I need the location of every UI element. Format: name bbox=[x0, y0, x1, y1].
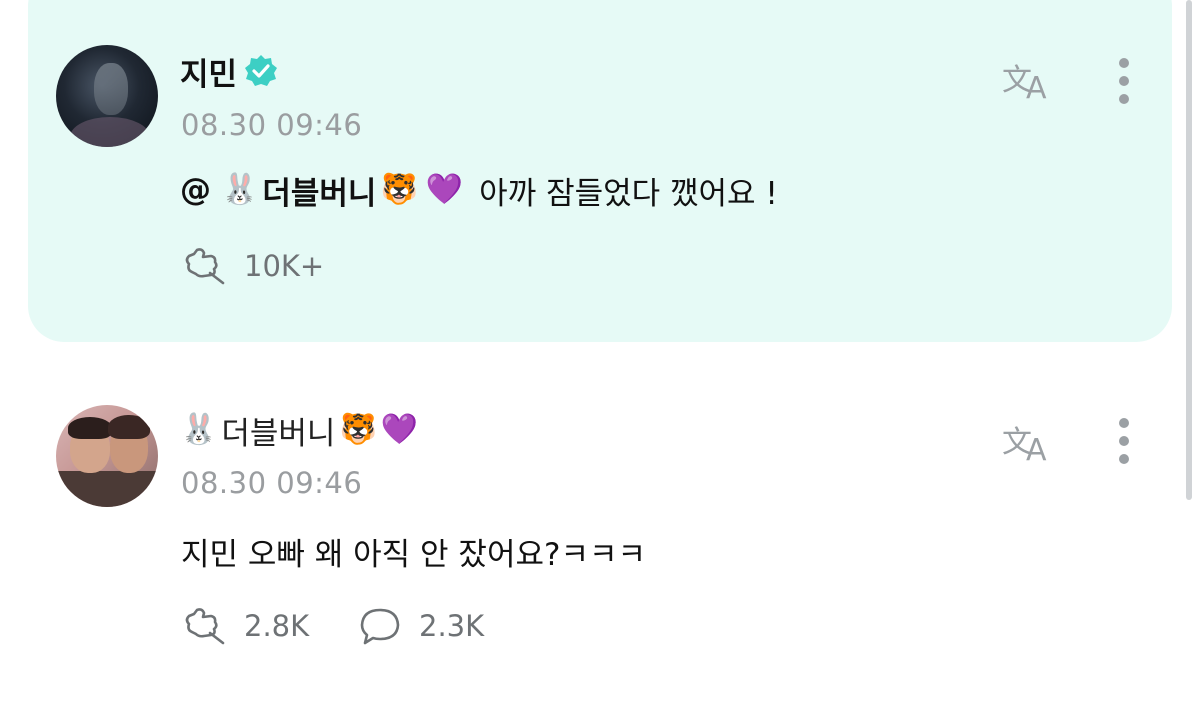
more-options-button[interactable] bbox=[1114, 56, 1134, 106]
post-text: 지민 오빠 왜 아직 안 잤어요?ㅋㅋㅋ bbox=[181, 536, 647, 573]
svg-text:A: A bbox=[1026, 71, 1047, 102]
svg-text:A: A bbox=[1026, 433, 1047, 464]
comment-bubble-icon bbox=[360, 608, 400, 645]
mention-name: 더블버니 bbox=[262, 175, 377, 212]
scrollbar[interactable] bbox=[1186, 0, 1192, 500]
purple-heart-emoji: 💜 bbox=[425, 172, 464, 207]
mention-link[interactable]: @ 🐰 더블버니 🐯 💜 bbox=[180, 168, 467, 213]
translate-button[interactable]: 文 A bbox=[1000, 56, 1058, 106]
post-header: 🐰 더블버니 🐯 💜 bbox=[180, 408, 418, 452]
comment-button[interactable]: 2.3K bbox=[359, 606, 484, 646]
avatar-hair-left bbox=[68, 417, 112, 439]
avatar-face bbox=[94, 63, 128, 115]
username[interactable]: 더블버니 bbox=[221, 408, 335, 453]
rabbit-emoji: 🐰 bbox=[221, 172, 259, 207]
post-content: 지민 오빠 왜 아직 안 잤어요?ㅋㅋㅋ bbox=[181, 527, 646, 575]
like-button[interactable]: 2.8K bbox=[180, 606, 309, 646]
comment-count: 2.3K bbox=[419, 609, 485, 643]
post-content: @ 🐰 더블버니 🐯 💜 아까 잠들었다 깼어요 ! bbox=[180, 166, 778, 214]
tiger-emoji: 🐯 bbox=[380, 172, 418, 207]
translate-icon: 文 A bbox=[1002, 63, 1047, 106]
more-options-button[interactable] bbox=[1114, 416, 1134, 466]
mention-at: @ bbox=[180, 172, 211, 208]
post-text: 아까 잠들었다 깼어요 ! bbox=[479, 175, 778, 212]
post-header: 지민 bbox=[180, 49, 279, 93]
avatar[interactable] bbox=[56, 405, 158, 507]
tiger-emoji: 🐯 bbox=[339, 412, 377, 447]
like-hand-icon bbox=[185, 248, 225, 285]
rabbit-emoji: 🐰 bbox=[180, 412, 218, 447]
avatar[interactable] bbox=[56, 45, 158, 147]
username[interactable]: 지민 bbox=[180, 49, 237, 94]
avatar-hair-right bbox=[108, 415, 150, 439]
translate-button[interactable]: 文 A bbox=[1000, 418, 1058, 468]
translate-icon: 文 A bbox=[1002, 425, 1047, 468]
like-count: 10K+ bbox=[244, 249, 325, 283]
post-timestamp: 08.30 09:46 bbox=[181, 108, 363, 142]
verified-badge-icon bbox=[245, 55, 278, 86]
post-timestamp: 08.30 09:46 bbox=[181, 466, 363, 500]
avatar-body bbox=[56, 471, 158, 507]
feed-page: 지민 08.30 09:46 @ 🐰 더블버니 🐯 💜 아까 잠들었다 깼어요 … bbox=[0, 0, 1200, 701]
like-count: 2.8K bbox=[244, 609, 310, 643]
like-button[interactable]: 10K+ bbox=[180, 246, 324, 286]
avatar-shoulder bbox=[70, 117, 150, 147]
like-hand-icon bbox=[185, 608, 225, 645]
purple-heart-emoji: 💜 bbox=[380, 412, 419, 447]
